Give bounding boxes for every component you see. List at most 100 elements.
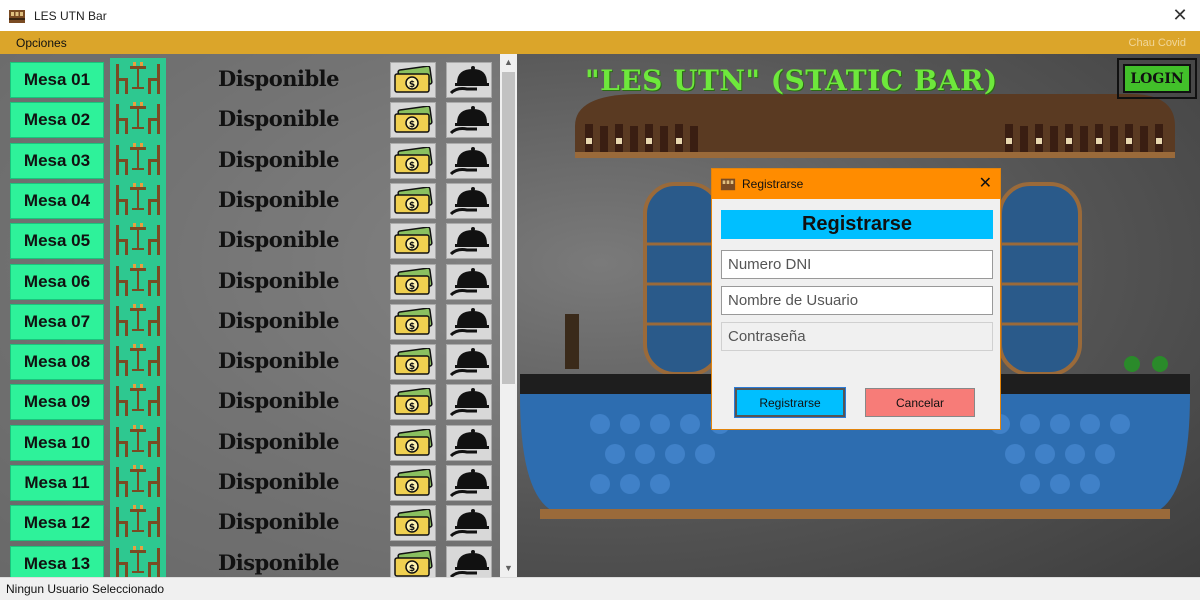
main-area: Mesa 01 Disponible $ Mesa 02 Disponible $ Mesa… [0,54,1200,577]
money-bill-icon: $ [394,549,433,577]
pay-button[interactable]: $ [390,182,436,219]
table-chairs-icon [110,420,166,465]
table-chairs-icon [110,259,166,304]
pay-button[interactable]: $ [390,384,436,421]
serve-button[interactable] [446,62,492,98]
serve-button[interactable] [446,303,492,340]
pay-button[interactable]: $ [390,223,436,260]
serving-cloche-icon [449,227,489,256]
serve-button[interactable] [446,545,492,577]
window-titlebar: LES UTN Bar ✕ [0,0,1200,31]
pay-button[interactable]: $ [390,263,436,300]
mesa-button[interactable]: Mesa 06 [10,263,104,300]
table-status: Disponible [218,549,339,575]
serving-cloche-icon [449,186,489,216]
password-field[interactable]: Contraseña [721,322,993,351]
cancel-button[interactable]: Cancelar [865,388,975,417]
scroll-up-arrow-icon[interactable]: ▲ [500,54,517,71]
mesa-button[interactable]: Mesa 02 [10,102,104,139]
serving-cloche-icon [449,307,489,336]
table-status: Disponible [218,186,339,212]
menu-bar: Opciones Chau Covid [0,31,1200,54]
mesa-button[interactable]: Mesa 12 [10,505,104,542]
serve-button[interactable] [446,102,492,139]
serve-button[interactable] [446,384,492,421]
serving-cloche-icon [449,428,489,457]
table-status: Disponible [218,509,339,535]
table-chairs-icon [110,178,166,223]
svg-text:$: $ [409,201,415,211]
money-bill-icon: $ [394,146,433,174]
svg-text:$: $ [409,564,415,574]
menu-opciones[interactable]: Opciones [16,36,67,50]
svg-text:$: $ [409,80,415,90]
close-icon[interactable]: ✕ [979,173,992,193]
mesa-button[interactable]: Mesa 09 [10,384,104,421]
table-row: Mesa 08 Disponible $ [0,340,500,385]
table-row: Mesa 01 Disponible $ [0,58,500,102]
tables-scrollbar[interactable]: ▲ ▼ [500,54,517,577]
dni-field[interactable]: Numero DNI [721,250,993,279]
pay-button[interactable]: $ [390,303,436,340]
serving-cloche-icon [449,348,489,377]
pay-button[interactable]: $ [390,465,436,501]
status-bar: Ningun Usuario Seleccionado [0,577,1200,600]
table-status: Disponible [218,146,339,172]
table-chairs-icon [110,380,166,425]
scroll-down-arrow-icon[interactable]: ▼ [500,560,517,577]
mesa-button[interactable]: Mesa 08 [10,344,104,381]
pay-button[interactable]: $ [390,102,436,139]
table-row: Mesa 12 Disponible $ [0,501,500,546]
register-submit-button[interactable]: Registrarse [734,387,846,418]
pay-button[interactable]: $ [390,142,436,179]
mesa-button[interactable]: Mesa 03 [10,142,104,179]
table-row: Mesa 06 Disponible $ [0,259,500,304]
table-row: Mesa 02 Disponible $ [0,98,500,143]
mesa-button[interactable]: Mesa 10 [10,424,104,461]
serve-button[interactable] [446,465,492,501]
svg-text:$: $ [409,443,415,453]
register-dialog-title: Registrarse [742,177,804,191]
serve-button[interactable] [446,505,492,542]
scrollbar-thumb[interactable] [502,72,515,384]
table-row: Mesa 05 Disponible $ [0,219,500,264]
mesa-button[interactable]: Mesa 04 [10,182,104,219]
serve-button[interactable] [446,263,492,300]
money-bill-icon: $ [394,469,433,496]
money-bill-icon: $ [394,307,433,335]
mesa-button[interactable]: Mesa 07 [10,303,104,340]
mesa-button[interactable]: Mesa 05 [10,223,104,260]
mesa-button[interactable]: Mesa 11 [10,465,104,501]
login-button[interactable]: LOGIN [1123,64,1191,93]
serving-cloche-icon [449,388,489,417]
table-chairs-icon [110,219,166,264]
pay-button[interactable]: $ [390,62,436,98]
bar-app-icon [720,178,736,191]
svg-text:$: $ [409,241,415,251]
serve-button[interactable] [446,344,492,381]
serve-button[interactable] [446,182,492,219]
bar-app-icon [9,9,25,23]
table-chairs-icon [110,340,166,385]
mesa-button[interactable]: Mesa 01 [10,62,104,98]
serving-cloche-icon [449,509,489,538]
svg-text:$: $ [409,120,415,130]
pay-button[interactable]: $ [390,424,436,461]
mesa-button[interactable]: Mesa 13 [10,545,104,577]
serve-button[interactable] [446,424,492,461]
table-chairs-icon [110,461,166,505]
table-row: Mesa 09 Disponible $ [0,380,500,425]
table-row: Mesa 04 Disponible $ [0,178,500,223]
pay-button[interactable]: $ [390,545,436,577]
pay-button[interactable]: $ [390,344,436,381]
serve-button[interactable] [446,223,492,260]
pay-button[interactable]: $ [390,505,436,542]
window-close-button[interactable]: ✕ [1168,4,1192,26]
table-status: Disponible [218,388,339,414]
serve-button[interactable] [446,142,492,179]
table-chairs-icon [110,138,166,183]
table-status: Disponible [218,348,339,374]
username-field[interactable]: Nombre de Usuario [721,286,993,315]
table-row: Mesa 07 Disponible $ [0,299,500,344]
serving-cloche-icon [449,267,489,296]
